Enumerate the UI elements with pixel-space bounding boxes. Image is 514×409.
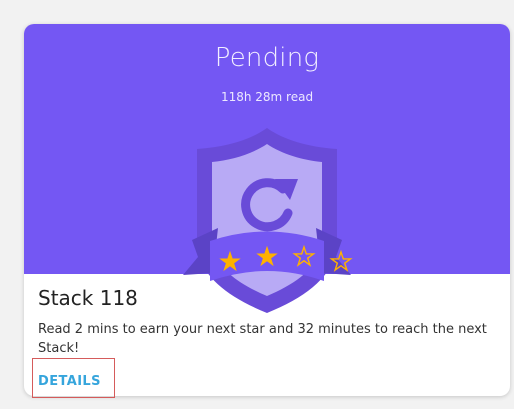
card-title: Stack 118 (38, 286, 138, 310)
details-link[interactable]: DETAILS (38, 374, 101, 389)
card-description: Read 2 mins to earn your next star and 3… (38, 322, 487, 356)
badge-icon (183, 128, 353, 313)
status-title: Pending (214, 43, 320, 73)
read-time: 118h 28m read (220, 90, 314, 104)
stack-card: Pending 118h 28m read Stack 118 Read 2 m… (24, 24, 510, 396)
card-header: Pending 118h 28m read (24, 24, 510, 313)
